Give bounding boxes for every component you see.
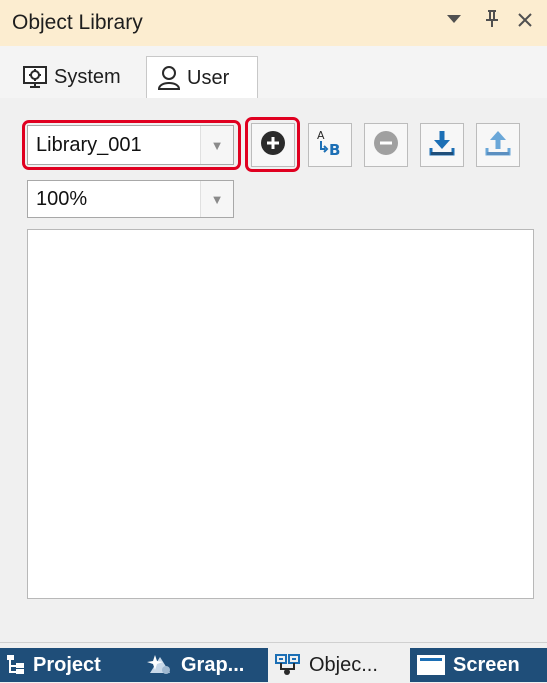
export-icon (483, 128, 513, 163)
tab-system[interactable]: System (12, 56, 142, 98)
add-button-highlight (245, 117, 300, 172)
close-icon[interactable] (516, 8, 534, 36)
zoom-select[interactable]: 100% ▼ (27, 180, 234, 218)
remove-library-icon (372, 129, 400, 162)
bottom-tab-bar: Project Grap... Objec... Screen (0, 648, 547, 682)
rename-button[interactable]: A B (308, 123, 352, 167)
bottom-tab-screen-label: Screen (453, 653, 520, 676)
graphics-icon (146, 653, 174, 677)
pin-icon[interactable] (482, 8, 502, 37)
dropdown-icon[interactable] (444, 8, 464, 36)
bottom-tab-project[interactable]: Project (0, 648, 140, 682)
tab-system-label: System (54, 65, 121, 88)
system-icon (22, 65, 48, 89)
bottom-tab-object-label: Objec... (309, 653, 378, 676)
bottom-tab-project-label: Project (33, 653, 101, 676)
screen-icon (416, 654, 446, 676)
svg-text:A: A (317, 129, 325, 142)
bottom-tab-graphics-label: Grap... (181, 653, 245, 676)
export-button[interactable] (476, 123, 520, 167)
bottom-tab-object[interactable]: Objec... (268, 648, 410, 682)
object-icon (274, 653, 302, 677)
import-button[interactable] (420, 123, 464, 167)
panel-title: Object Library (12, 11, 143, 34)
project-icon (6, 654, 26, 676)
library-tabs: System User (0, 46, 547, 99)
bottom-tab-screen[interactable]: Screen (410, 648, 547, 682)
tab-user-label: User (187, 66, 230, 89)
import-icon (427, 128, 457, 163)
panel-titlebar: Object Library (0, 0, 547, 46)
bottom-tab-graphics[interactable]: Grap... (140, 648, 268, 682)
svg-text:B: B (329, 141, 340, 159)
remove-library-button[interactable] (364, 123, 408, 167)
chevron-down-icon[interactable]: ▼ (200, 181, 233, 217)
user-icon (157, 65, 181, 91)
rename-icon: A B (314, 127, 346, 164)
zoom-select-value[interactable]: 100% (28, 188, 200, 211)
library-select-highlight (22, 120, 241, 170)
tab-user[interactable]: User (146, 56, 258, 99)
object-canvas[interactable] (27, 229, 534, 599)
